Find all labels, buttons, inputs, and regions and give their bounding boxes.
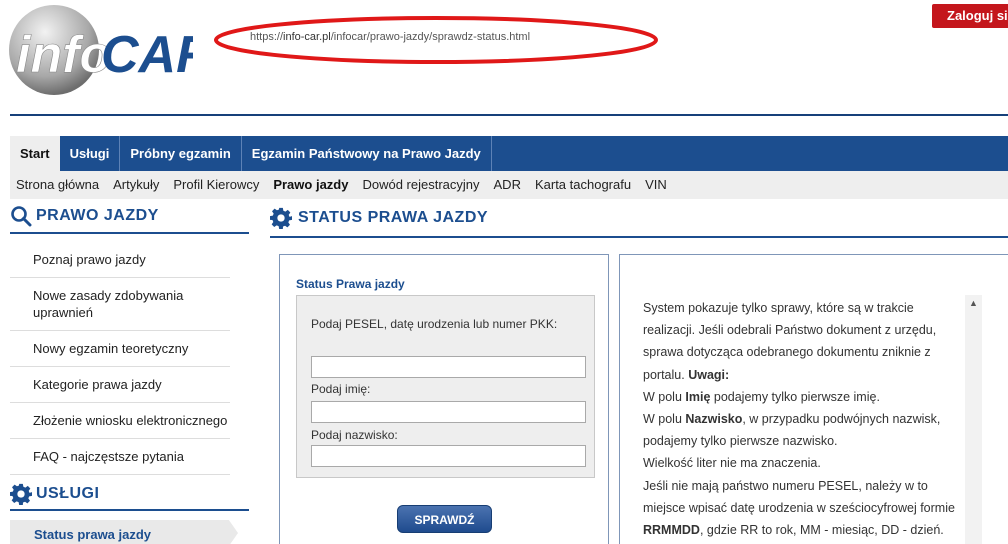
gear-icon (10, 483, 32, 505)
sidebar-item-poznaj[interactable]: Poznaj prawo jazdy (10, 242, 230, 278)
main-navigation: Start Usługi Próbny egzamin Egzamin Pańs… (10, 136, 1008, 171)
page-title-text: STATUS PRAWA JAZDY (298, 209, 489, 226)
info-uwagi: Uwagi: (688, 367, 730, 382)
info-case: Wielkość liter nie ma znaczenia. (643, 456, 821, 471)
sidebar-item-nowy-egzamin[interactable]: Nowy egzamin teoretyczny (10, 331, 230, 367)
sidebar-item-wniosek[interactable]: Złożenie wniosku elektronicznego (10, 403, 230, 439)
page-title-divider (270, 236, 1008, 238)
info-text: System pokazuje tylko sprawy, które są w… (643, 297, 968, 541)
gear-icon (270, 207, 292, 229)
page-url: https://info-car.pl/infocar/prawo-jazdy/… (250, 31, 530, 43)
info-intro: System pokazuje tylko sprawy, które są w… (643, 301, 937, 382)
url-prefix: https:// (250, 31, 284, 43)
sidebar-item-status-prawa-jazdy[interactable]: Status prawa jazdy (10, 520, 238, 544)
form-title: Status Prawa jazdy (296, 277, 405, 291)
surname-label: Podaj nazwisko: (311, 428, 398, 442)
info-scrollbar[interactable]: ▲ (965, 295, 982, 544)
tab-egzamin-panstwowy[interactable]: Egzamin Państwowy na Prawo Jazdy (242, 136, 492, 171)
url-domain: info-car.pl (283, 31, 331, 43)
surname-input[interactable] (311, 445, 586, 467)
sub-navigation: Strona główna Artykuły Profil Kierowcy P… (10, 171, 1008, 199)
sidebar-heading-text: PRAWO JAZDY (36, 207, 159, 224)
name-label: Podaj imię: (311, 382, 371, 396)
infocar-logo[interactable]: info CAR (8, 4, 214, 96)
info-imie-prefix: W polu (643, 389, 686, 404)
subnav-adr[interactable]: ADR (487, 171, 528, 199)
name-input[interactable] (311, 401, 586, 423)
sidebar-menu: Poznaj prawo jazdy Nowe zasady zdobywani… (10, 242, 230, 475)
info-imie-rest: podajemy tylko pierwsze imię. (710, 389, 880, 404)
tab-uslugi[interactable]: Usługi (60, 136, 121, 171)
url-path: /infocar/prawo-jazdy/sprawdz-status.html (330, 31, 531, 43)
info-imie-bold: Imię (685, 389, 711, 404)
search-icon (11, 206, 32, 227)
sidebar-item-faq[interactable]: FAQ - najczęstsze pytania (10, 439, 230, 475)
subnav-strona-glowna[interactable]: Strona główna (10, 171, 106, 199)
subnav-dowod-rejestracyjny[interactable]: Dowód rejestracyjny (355, 171, 486, 199)
page-title: STATUS PRAWA JAZDY (270, 207, 488, 229)
status-form: Podaj PESEL, datę urodzenia lub numer PK… (296, 295, 595, 478)
info-nazwisko-prefix: W polu (643, 412, 686, 427)
tab-start[interactable]: Start (10, 136, 60, 171)
sidebar-item-nowe-zasady[interactable]: Nowe zasady zdobywania uprawnień (10, 278, 230, 331)
tab-probny-egzamin[interactable]: Próbny egzamin (120, 136, 242, 171)
sidebar-heading: PRAWO JAZDY (10, 205, 159, 227)
subnav-karta-tachografu[interactable]: Karta tachografu (528, 171, 638, 199)
info-pesel-bold: RRMMDD (643, 523, 700, 538)
info-pesel-rest: , gdzie RR to rok, MM - miesiąc, DD - dz… (699, 523, 944, 538)
services-heading-text: USŁUGI (36, 485, 100, 502)
status-form-panel: Status Prawa jazdy Podaj PESEL, datę uro… (279, 254, 609, 544)
services-heading-divider (10, 509, 249, 511)
subnav-prawo-jazdy[interactable]: Prawo jazdy (266, 171, 355, 199)
logo-car-text: CAR (101, 26, 193, 84)
info-nazwisko-bold: Nazwisko (685, 412, 743, 427)
subnav-vin[interactable]: VIN (638, 171, 674, 199)
info-pesel-prefix: Jeśli nie mają państwo numeru PESEL, nal… (643, 478, 955, 515)
logo-info-text: info (16, 26, 111, 84)
info-panel: System pokazuje tylko sprawy, które są w… (619, 254, 1008, 544)
login-button[interactable]: Zaloguj się (932, 4, 1008, 28)
pesel-label: Podaj PESEL, datę urodzenia lub numer PK… (311, 317, 558, 331)
subnav-profil-kierowcy[interactable]: Profil Kierowcy (166, 171, 266, 199)
subnav-artykuly[interactable]: Artykuły (106, 171, 166, 199)
sidebar-item-kategorie[interactable]: Kategorie prawa jazdy (10, 367, 230, 403)
check-button[interactable]: SPRAWDŹ (397, 505, 492, 533)
pesel-input[interactable] (311, 356, 586, 378)
scroll-up-arrow-icon[interactable]: ▲ (965, 295, 982, 312)
sidebar-heading-divider (10, 232, 249, 234)
header-divider (10, 114, 1008, 116)
services-heading: USŁUGI (10, 483, 99, 505)
